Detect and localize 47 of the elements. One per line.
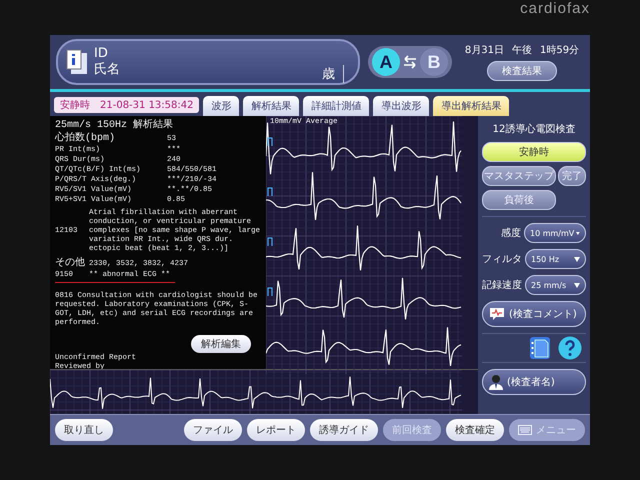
exam-title: 12誘導心電図検査 xyxy=(492,122,576,136)
id-label: ID xyxy=(94,46,109,62)
setting-dropdown[interactable]: 25 mm/s xyxy=(525,275,586,295)
sd-card-icon xyxy=(530,337,550,359)
clock-time: 1時59分 xyxy=(540,44,580,57)
brand-logo: cardiofax xyxy=(520,0,590,17)
toolbar-button[interactable]: ファイル xyxy=(184,419,242,441)
view-tab[interactable]: 詳細計測値 xyxy=(303,96,370,116)
toolbar-button[interactable]: 誘導ガイド xyxy=(310,419,378,441)
setting-dropdown[interactable]: 10 mm/mV xyxy=(524,223,586,243)
view-tab[interactable]: 波形 xyxy=(203,96,240,116)
status-phase: 安静時 xyxy=(60,98,90,112)
edit-analysis-button[interactable]: 解析編集 xyxy=(191,335,251,353)
help-button[interactable] xyxy=(558,336,582,360)
patient-bar[interactable]: ID 氏名 歳 xyxy=(56,39,360,85)
clock-date: 8月31日 xyxy=(464,44,504,57)
toolbar-button[interactable]: 取り直し xyxy=(55,419,113,441)
person-icon xyxy=(489,374,503,390)
comment-button[interactable]: (検査コメント) xyxy=(482,301,586,327)
dropdown-caret-icon xyxy=(574,282,580,288)
help-icon xyxy=(558,336,582,360)
view-tab[interactable]: 導出解析結果 xyxy=(433,96,510,116)
other-label: その他 xyxy=(55,258,86,270)
status-timestamp: 21-08-31 13:58:42 xyxy=(100,100,194,110)
exam-stage-button[interactable]: 安静時 xyxy=(482,142,586,162)
name-label: 氏名 xyxy=(94,62,121,78)
age-unit: 歳 xyxy=(322,65,344,83)
ab-option[interactable]: A xyxy=(372,48,400,76)
keyboard-icon xyxy=(518,425,532,435)
setting-label: 記録速度 xyxy=(482,278,522,292)
dropdown-caret-icon xyxy=(574,256,580,262)
setting-label: フィルタ xyxy=(482,253,522,266)
clock-period: 午後 xyxy=(512,44,532,57)
report-header: 25mm/s 150Hz 解析結果 xyxy=(55,120,174,132)
setting-dropdown[interactable]: 150 Hz xyxy=(525,249,586,269)
measurement-label: 心拍数(bpm) xyxy=(55,133,116,145)
setting-label: 感度 xyxy=(501,226,521,240)
examiner-button[interactable]: (検査者名) xyxy=(482,369,586,395)
view-tab[interactable]: 解析結果 xyxy=(243,96,300,116)
view-tab[interactable]: 導出波形 xyxy=(373,96,430,116)
swap-arrows-icon xyxy=(402,55,418,69)
sd-card-button[interactable] xyxy=(530,337,550,359)
patient-card-icon xyxy=(66,49,88,75)
dropdown-caret-icon xyxy=(576,230,580,236)
speech-bubble-icon xyxy=(489,307,505,321)
toolbar-button[interactable]: レポート xyxy=(247,419,305,441)
toolbar-button[interactable]: 検査確定 xyxy=(446,419,504,441)
